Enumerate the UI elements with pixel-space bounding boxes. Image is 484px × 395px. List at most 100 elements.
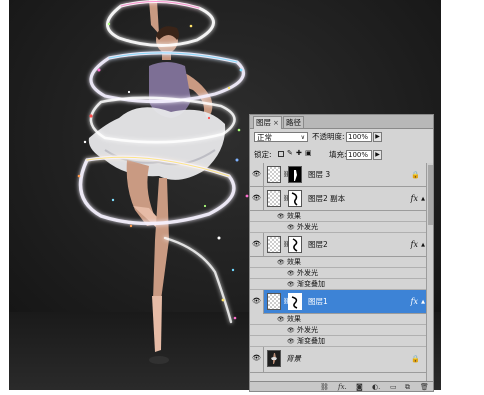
effects-row[interactable]: 👁 效果 <box>250 257 426 268</box>
swirl-mask-icon <box>291 192 298 206</box>
visibility-toggle[interactable]: 👁 <box>250 187 264 211</box>
blend-mode-value: 正常 <box>257 133 272 142</box>
swirl-mask-icon <box>292 238 298 252</box>
layer-thumbnail <box>267 293 281 310</box>
effect-gradient-overlay-row[interactable]: 👁 渐变叠加 <box>250 336 426 347</box>
layer-row-layer3[interactable]: 👁 ⛓ 图层 3 🔒 <box>250 163 426 187</box>
fill-input[interactable]: 100% <box>346 150 372 160</box>
lock-all-icon[interactable]: ▣ <box>305 149 312 157</box>
panel-bottom-toolbar: ⛓ fx. ◙ ◐. ▭ ⧉ 🗑 <box>250 381 433 391</box>
opacity-label: 不透明度: <box>312 132 345 141</box>
fx-icon[interactable]: fx <box>411 194 418 203</box>
effect-outer-glow-row[interactable]: 👁 外发光 <box>250 222 426 233</box>
new-layer-icon[interactable]: ⧉ <box>405 383 410 391</box>
layer-thumbnail <box>267 166 281 183</box>
lock-icon: 🔒 <box>411 171 420 179</box>
tab-paths-label: 路径 <box>286 118 301 127</box>
effect-name: 外发光 <box>297 223 318 231</box>
effect-name: 渐变叠加 <box>297 337 325 345</box>
effect-name: 外发光 <box>297 269 318 277</box>
eye-icon[interactable]: 👁 <box>277 316 285 323</box>
layer-thumbnail <box>267 236 281 253</box>
layer-mask-thumbnail <box>288 236 302 253</box>
layer-thumbnail <box>267 190 281 207</box>
effect-outer-glow-row[interactable]: 👁 外发光 <box>250 325 426 336</box>
fill-label: 填充: <box>329 150 347 159</box>
scrollbar-thumb[interactable] <box>428 165 433 225</box>
triangle-right-icon: ▶ <box>375 133 380 140</box>
eye-icon[interactable]: 👁 <box>277 259 285 266</box>
effects-row[interactable]: 👁 效果 <box>250 314 426 325</box>
eye-icon[interactable]: 👁 <box>277 213 285 220</box>
expand-triangle-icon[interactable]: ▲ <box>421 242 425 248</box>
adjustment-layer-icon[interactable]: ◐. <box>372 383 380 391</box>
eye-icon[interactable]: 👁 <box>287 338 295 345</box>
effect-outer-glow-row[interactable]: 👁 外发光 <box>250 268 426 279</box>
eye-icon: 👁 <box>252 240 261 248</box>
opacity-input[interactable]: 100% <box>346 132 372 142</box>
layer-row-layer2[interactable]: 👁 ⛓ 图层2 fx ▲ <box>250 233 426 257</box>
eye-icon: 👁 <box>252 194 261 202</box>
eye-icon[interactable]: 👁 <box>287 270 295 277</box>
visibility-toggle[interactable]: 👁 <box>250 290 264 314</box>
lock-label: 锁定: <box>254 150 272 159</box>
opacity-slider-button[interactable]: ▶ <box>373 132 382 142</box>
effect-name: 外发光 <box>297 326 318 334</box>
visibility-toggle[interactable]: 👁 <box>250 233 264 257</box>
lock-fill-row: 锁定: ✎ ✚ ▣ 填充: 100% ▶ <box>250 148 433 162</box>
chevron-down-icon: ∨ <box>300 134 305 141</box>
panel-tab-bar: 图层 × 路径 <box>250 115 433 129</box>
layer-name: 图层2 <box>308 240 328 249</box>
link-layers-icon[interactable]: ⛓ <box>320 383 329 391</box>
visibility-toggle[interactable]: 👁 <box>250 347 264 373</box>
blend-opacity-row: 正常 ∨ 不透明度: 100% ▶ <box>250 130 433 144</box>
tab-layers[interactable]: 图层 × <box>253 116 282 129</box>
lock-transparent-icon[interactable] <box>278 151 284 157</box>
fill-slider-button[interactable]: ▶ <box>373 150 382 160</box>
link-icon: ⛓ <box>283 298 291 305</box>
eye-icon[interactable]: 👁 <box>287 327 295 334</box>
dancer-silhouette-icon <box>294 170 297 181</box>
add-style-icon[interactable]: fx. <box>338 383 347 391</box>
layers-list: 👁 ⛓ 图层 3 🔒 👁 ⛓ 图层2 副本 fx ▲ 👁 效果 👁 外发光 � <box>250 163 426 381</box>
layer-row-layer1[interactable]: 👁 ⛓ 图层1 fx ▲ <box>250 290 426 314</box>
trash-icon[interactable]: 🗑 <box>420 383 429 391</box>
layer-thumbnail <box>267 350 281 367</box>
eye-icon[interactable]: 👁 <box>287 224 295 231</box>
layer-mask-thumbnail <box>288 166 302 183</box>
effects-label: 效果 <box>287 315 301 323</box>
layer-row-layer2-copy[interactable]: 👁 ⛓ 图层2 副本 fx ▲ <box>250 187 426 211</box>
triangle-right-icon: ▶ <box>375 151 380 158</box>
layer-name: 背景 <box>286 354 301 363</box>
fx-icon[interactable]: fx <box>411 297 418 306</box>
link-icon: ⛓ <box>283 171 291 178</box>
link-icon: ⛓ <box>283 241 291 248</box>
visibility-toggle[interactable]: 👁 <box>250 163 264 187</box>
layer-name: 图层 3 <box>308 170 331 179</box>
lock-icon: 🔒 <box>411 355 420 363</box>
tab-paths[interactable]: 路径 <box>283 116 304 128</box>
layer-mask-thumbnail <box>288 190 302 207</box>
layer-row-background[interactable]: 👁 背景 🔒 <box>250 347 426 373</box>
eye-icon[interactable]: 👁 <box>287 281 295 288</box>
fx-icon[interactable]: fx <box>411 240 418 249</box>
swirl-mask-icon <box>291 296 298 309</box>
tab-close-icon[interactable]: × <box>273 119 279 127</box>
layer-name: 图层1 <box>308 297 328 306</box>
effect-gradient-overlay-row[interactable]: 👁 渐变叠加 <box>250 279 426 290</box>
effect-name: 渐变叠加 <box>297 280 325 288</box>
layers-panel: 图层 × 路径 正常 ∨ 不透明度: 100% ▶ 锁定: ✎ ✚ ▣ 填充: 1… <box>249 114 434 392</box>
expand-triangle-icon[interactable]: ▲ <box>421 299 425 305</box>
layer-mask-thumbnail <box>288 293 302 310</box>
expand-triangle-icon[interactable]: ▲ <box>421 196 425 202</box>
link-icon: ⛓ <box>283 195 291 202</box>
layers-scrollbar[interactable] <box>426 163 433 381</box>
eye-icon: 👁 <box>252 297 261 305</box>
effects-row[interactable]: 👁 效果 <box>250 211 426 222</box>
lock-position-icon[interactable]: ✚ <box>296 149 302 157</box>
add-mask-icon[interactable]: ◙ <box>356 383 363 391</box>
dancer-photo-icon <box>271 353 277 364</box>
lock-pixels-icon[interactable]: ✎ <box>287 149 293 157</box>
new-group-icon[interactable]: ▭ <box>390 383 397 391</box>
blend-mode-select[interactable]: 正常 ∨ <box>254 132 308 142</box>
